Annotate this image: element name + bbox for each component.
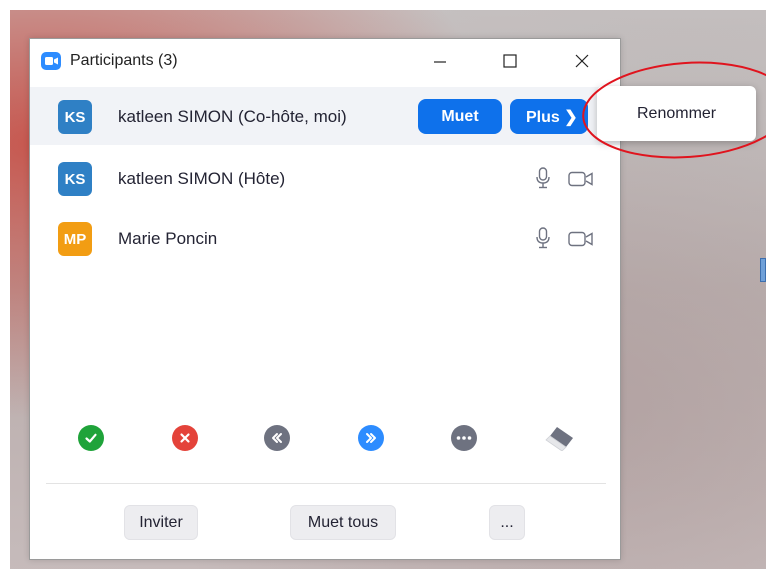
screenshot-frame-left: [0, 0, 10, 575]
participant-row-marie[interactable]: MP Marie Poncin: [30, 209, 620, 267]
background-window-edge: [760, 258, 766, 282]
video-camera-icon[interactable]: [568, 171, 594, 187]
video-camera-icon[interactable]: [568, 231, 594, 247]
participant-row-self[interactable]: KS katleen SIMON (Co-hôte, moi) Muet Plu…: [30, 87, 620, 145]
maximize-icon: [503, 54, 517, 68]
participant-name: Marie Poncin: [118, 229, 218, 248]
microphone-icon[interactable]: [535, 167, 551, 189]
mute-button[interactable]: Muet: [418, 99, 502, 134]
yes-button[interactable]: [78, 425, 104, 451]
window-title: Participants (3): [70, 52, 178, 69]
title-bar: Participants (3): [30, 39, 620, 83]
microphone-icon[interactable]: [535, 227, 551, 249]
go-faster-icon: [366, 433, 376, 443]
mute-all-button[interactable]: Muet tous: [290, 505, 396, 540]
zoom-app-icon: [41, 52, 61, 70]
footer-more-button[interactable]: ...: [489, 505, 525, 540]
more-button[interactable]: Plus ❯: [510, 99, 588, 134]
invite-button[interactable]: Inviter: [124, 505, 198, 540]
clear-all-button[interactable]: [543, 425, 575, 451]
more-reactions-button[interactable]: [451, 425, 477, 451]
nonverbal-feedback-bar: [30, 425, 620, 465]
avatar: MP: [58, 222, 92, 256]
go-slower-button[interactable]: [264, 425, 290, 451]
maximize-button[interactable]: [492, 45, 528, 77]
no-button[interactable]: [172, 425, 198, 451]
minimize-button[interactable]: [422, 45, 458, 77]
more-reactions-icon: [456, 436, 472, 440]
minimize-icon: [434, 61, 446, 63]
avatar: KS: [58, 100, 92, 134]
go-slower-icon: [272, 433, 282, 443]
close-icon: [575, 54, 589, 68]
more-context-menu: Renommer: [597, 86, 756, 141]
avatar: KS: [58, 162, 92, 196]
screenshot-frame-top: [0, 0, 766, 10]
no-x-icon: [180, 433, 190, 443]
participant-row-host[interactable]: KS katleen SIMON (Hôte): [30, 149, 620, 207]
screenshot-frame-bottom: [0, 569, 766, 575]
footer-divider: [46, 483, 606, 484]
participant-name: katleen SIMON (Hôte): [118, 169, 286, 188]
yes-check-icon: [85, 433, 97, 443]
menu-item-rename[interactable]: Renommer: [597, 86, 756, 141]
close-button[interactable]: [564, 45, 600, 77]
go-faster-button[interactable]: [358, 425, 384, 451]
clear-all-eraser-icon: [545, 427, 573, 451]
participant-name: katleen SIMON (Co-hôte, moi): [118, 107, 347, 126]
participants-window: Participants (3) KS katleen SIMON (Co-hô…: [29, 38, 621, 560]
